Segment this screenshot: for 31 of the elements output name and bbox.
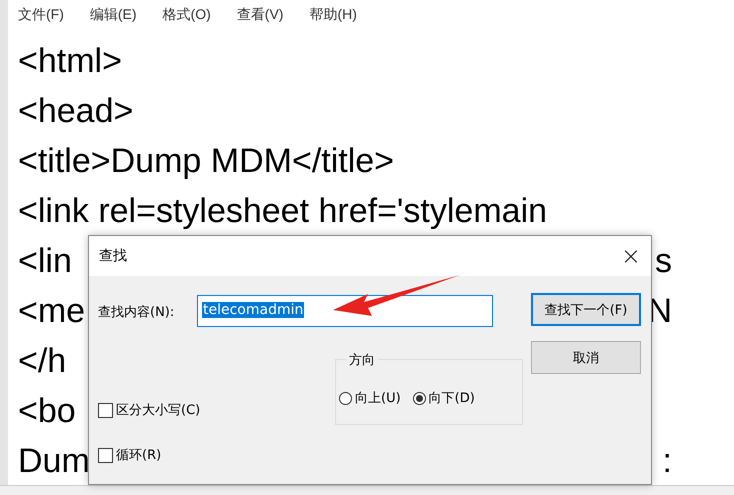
radio-label: 向上(U) — [355, 390, 401, 407]
menu-item[interactable]: 文件(F) — [16, 6, 66, 24]
checkbox-label: 区分大小写(C) — [116, 402, 200, 419]
code-text: <html> — [18, 42, 122, 80]
checkbox[interactable] — [98, 402, 113, 418]
code-text: s — [655, 242, 672, 280]
code-text: <bo — [18, 392, 76, 430]
menu-item[interactable]: 帮助(H) — [307, 6, 359, 24]
code-text: Dum — [18, 442, 90, 480]
radio-label: 向下(D) — [428, 390, 475, 407]
cancel-button[interactable]: 取消 — [531, 341, 641, 374]
code-text: : — [662, 442, 672, 480]
checkbox[interactable] — [98, 448, 113, 462]
code-text: <lin — [18, 242, 72, 280]
find-field[interactable]: telecomadmin — [197, 295, 493, 327]
radio-button[interactable] — [412, 392, 426, 404]
code-text: <link rel=stylesheet href='stylemain — [18, 192, 548, 230]
checkbox-label: 循环(R) — [116, 447, 162, 464]
menu-item[interactable]: 编辑(E) — [88, 6, 139, 24]
find-next-button[interactable]: 查找下一个(F) — [531, 293, 641, 326]
radio-button[interactable] — [339, 392, 352, 404]
code-text: <me — [18, 292, 86, 330]
code-text: <head> — [18, 92, 134, 130]
menu-item[interactable]: 查看(V) — [234, 6, 286, 24]
menu-item[interactable]: 格式(O) — [160, 6, 213, 24]
field-label: 查找内容(N): — [98, 304, 174, 321]
dialog-title: 查找 — [99, 247, 127, 265]
close-button[interactable]: × — [620, 244, 641, 268]
code-text: </h — [18, 342, 66, 380]
code-text: <title>Dump MDM</title> — [18, 142, 394, 180]
group-title: 方向 — [346, 351, 378, 369]
